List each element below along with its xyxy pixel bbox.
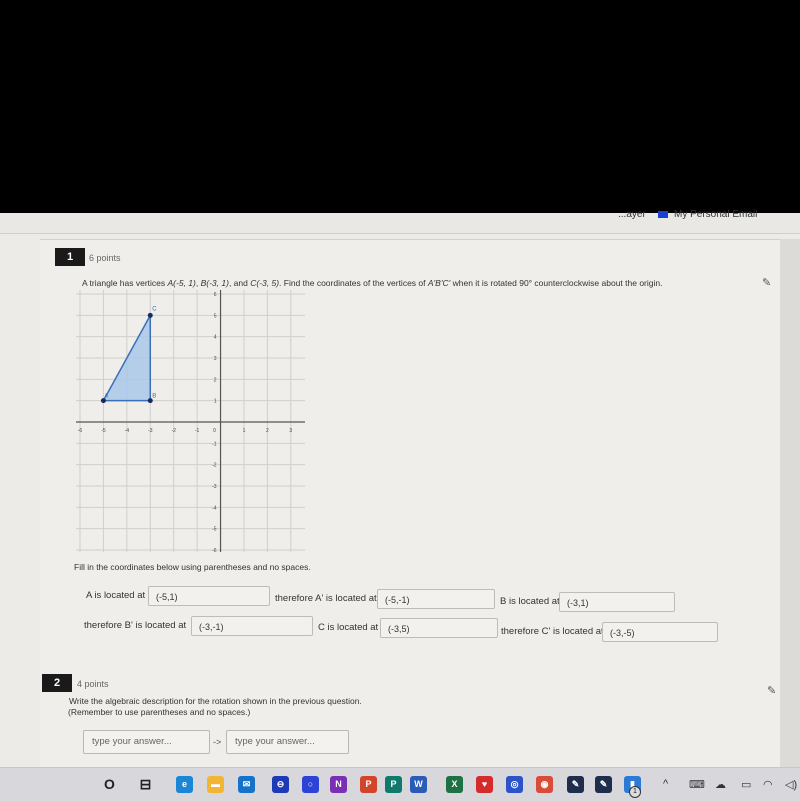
vertex-point-c (147, 312, 153, 318)
x-tick-label: -6 (78, 428, 83, 434)
edge-icon[interactable]: e (176, 776, 193, 793)
pin-icon[interactable]: ✎ (762, 276, 771, 289)
y-tick-label: -6 (212, 548, 217, 554)
app-icon-blue-2[interactable]: ○ (302, 776, 319, 793)
mail-icon[interactable]: ✉ (238, 776, 255, 793)
y-tick-label: -5 (212, 527, 217, 533)
app-icon-dark-2[interactable]: ✎ (595, 776, 612, 793)
field-label-a: A is located at (86, 590, 146, 601)
answer-field-b-prime[interactable]: (-3,-1) (191, 616, 313, 636)
prompt-text: when it is rotated 90° counterclockwise … (450, 278, 663, 288)
file-explorer-icon[interactable]: ▬ (207, 776, 224, 793)
maps-to-arrow: -> (213, 737, 222, 747)
x-tick-label: 3 (289, 428, 292, 434)
y-tick-label: -4 (212, 505, 217, 511)
question-number: 2 (42, 674, 72, 692)
question-number: 1 (55, 248, 85, 266)
fill-instruction: Fill in the coordinates below using pare… (74, 562, 311, 572)
word-icon[interactable]: W (410, 776, 427, 793)
field-label-c-prime: therefore C' is located at (501, 626, 604, 637)
wifi-icon[interactable]: ◠ (763, 778, 773, 791)
x-tick-label: -3 (148, 428, 153, 434)
volume-icon[interactable]: ◁) (785, 778, 797, 791)
field-label-b-prime: therefore B' is located at (84, 620, 187, 631)
show-hidden-icons[interactable]: ^ (663, 778, 668, 790)
x-tick-label: -5 (101, 428, 106, 434)
meet-now-icon[interactable]: ⌨ (689, 778, 705, 791)
iheartradio-icon[interactable]: ♥ (476, 776, 493, 793)
windows-taskbar: O ⊟ e ▬ ✉ ⊖ ○ N P P W X ♥ ◎ ◉ ✎ ✎ ▮ 1 ^ ⌨ ☁ ▭ ◠ ◁) (0, 767, 800, 801)
publisher-icon[interactable]: P (385, 776, 402, 793)
vertex-label-a: A (104, 394, 108, 400)
cortana-icon[interactable]: O (101, 776, 118, 793)
question-points: 6 points (89, 253, 121, 263)
x-tick-label: -2 (171, 428, 176, 434)
vertex-label-c: C (152, 306, 157, 312)
notification-badge: 1 (629, 786, 641, 798)
y-tick-label: -3 (212, 484, 217, 490)
battery-icon[interactable]: ▭ (741, 778, 751, 791)
question-points: 4 points (77, 679, 109, 689)
vertex-label-b: B (152, 394, 156, 400)
x-tick-label: 1 (243, 428, 246, 434)
y-tick-label: 2 (214, 377, 217, 383)
powerpoint-icon[interactable]: P (360, 776, 377, 793)
x-tick-label: -1 (195, 428, 200, 434)
bookmark-my-personal-email[interactable]: My Personal Email (658, 209, 757, 220)
answer-field-c[interactable]: (-3,5) (380, 618, 498, 638)
answer-field-a-prime[interactable]: (-5,-1) (377, 589, 495, 609)
field-label-b: B is located at (500, 596, 560, 607)
y-tick-label: 3 (214, 356, 217, 362)
field-label-a-prime: therefore A' is located at (275, 593, 377, 604)
question-prompt: Write the algebraic description for the … (69, 696, 362, 706)
x-tick-label: 0 (213, 428, 216, 434)
x-tick-label: -4 (125, 428, 130, 434)
whatsapp-icon[interactable]: ◎ (506, 776, 523, 793)
answer-field-c-prime[interactable]: (-3,-5) (602, 622, 718, 642)
cloud-icon[interactable]: ☁ (715, 778, 726, 791)
question-prompt-note: (Remember to use parentheses and no spac… (68, 707, 251, 717)
image-triangle-name: A'B'C' (427, 278, 451, 288)
bookmark-item[interactable]: ...ayer (618, 209, 646, 220)
answer-field-a[interactable]: (-5,1) (148, 586, 270, 606)
x-tick-label: 2 (266, 428, 269, 434)
field-label-c: C is located at (318, 622, 379, 633)
excel-icon[interactable]: X (446, 776, 463, 793)
y-tick-label: -1 (212, 441, 217, 447)
y-tick-label: 5 (214, 313, 217, 319)
onenote-icon[interactable]: N (330, 776, 347, 793)
app-icon-dark-1[interactable]: ✎ (567, 776, 584, 793)
y-tick-label: 6 (214, 292, 217, 298)
answer-input-image[interactable]: type your answer... (226, 730, 349, 754)
task-view-icon[interactable]: ⊟ (137, 776, 154, 793)
bookmarks-bar: ...ayer My Personal Email (0, 209, 800, 234)
scrollbar[interactable] (780, 239, 800, 769)
y-tick-label: -2 (212, 463, 217, 469)
y-tick-label: 4 (214, 335, 217, 341)
answer-field-b[interactable]: (-3,1) (559, 592, 675, 612)
bookmark-label: My Personal Email (674, 209, 758, 220)
coordinate-graph: -6 -5 -4 -3 -2 -1 0 1 2 3 6 5 4 3 2 1 -1 -2 -3 -4 -5 -6 A B C (76, 290, 305, 554)
answer-input-pre-image[interactable]: type your answer... (83, 730, 210, 754)
bookmark-icon (658, 210, 668, 218)
y-tick-label: 1 (214, 399, 217, 405)
app-icon-blue-1[interactable]: ⊖ (272, 776, 289, 793)
pin-icon[interactable]: ✎ (767, 684, 776, 697)
chrome-icon[interactable]: ◉ (536, 776, 553, 793)
